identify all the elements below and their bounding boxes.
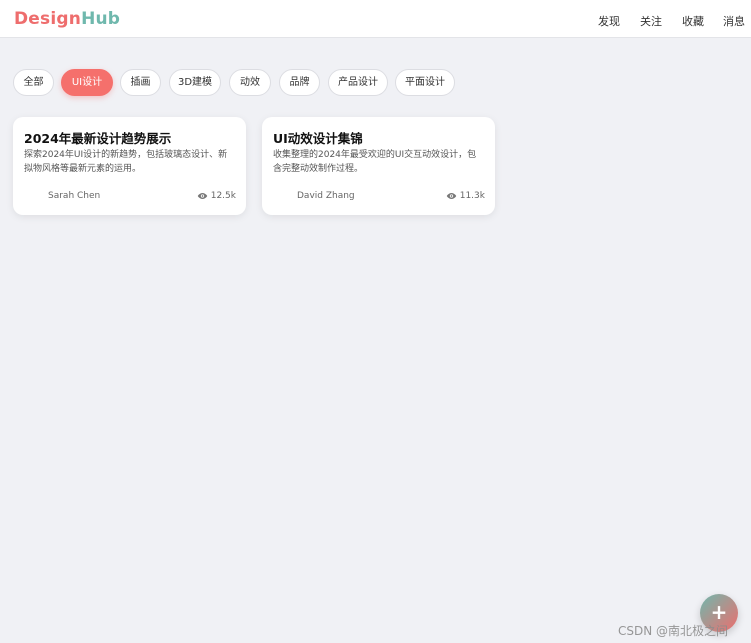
filter-chip-3d-modeling[interactable]: 3D建模 (169, 69, 221, 96)
filter-chip-motion[interactable]: 动效 (229, 69, 271, 96)
filter-chip-all[interactable]: 全部 (13, 69, 54, 96)
plus-icon: + (710, 600, 728, 624)
card-description: 探索2024年UI设计的新趋势，包括玻璃态设计、新拟物风格等最新元素的运用。 (24, 150, 228, 174)
design-card[interactable]: UI动效设计集锦 收集整理的2024年最受欢迎的UI交互动效设计，包含完整动效制… (262, 117, 495, 215)
eye-icon (197, 193, 207, 199)
card-description: 收集整理的2024年最受欢迎的UI交互动效设计，包含完整动效制作过程。 (273, 150, 477, 174)
card-view-count: 12.5k (197, 190, 236, 202)
category-filter-bar: 全部 UI设计 插画 3D建模 动效 品牌 产品设计 平面设计 (0, 69, 751, 97)
card-author-name[interactable]: David Zhang (297, 191, 355, 201)
filter-chip-brand[interactable]: 品牌 (279, 69, 320, 96)
design-card[interactable]: 2024年最新设计趋势展示 探索2024年UI设计的新趋势，包括玻璃态设计、新拟… (13, 117, 246, 215)
filter-chip-ui-design[interactable]: UI设计 (61, 69, 113, 96)
card-title: UI动效设计集锦 (273, 131, 363, 146)
main-nav: 发现 关注 收藏 消息 (0, 13, 751, 29)
eye-icon (446, 193, 456, 199)
card-views-value: 11.3k (459, 191, 485, 201)
card-title: 2024年最新设计趋势展示 (24, 131, 172, 146)
card-view-count: 11.3k (446, 190, 485, 202)
filter-chip-product-design[interactable]: 产品设计 (328, 69, 388, 96)
nav-following[interactable]: 关注 (640, 13, 662, 29)
card-author-name[interactable]: Sarah Chen (48, 191, 100, 201)
card-views-value: 12.5k (210, 191, 236, 201)
nav-favorites[interactable]: 收藏 (682, 13, 704, 29)
watermark: CSDN @南北极之间 (618, 624, 729, 638)
filter-chip-illustration[interactable]: 插画 (120, 69, 161, 96)
top-header: DesignHub 发现 关注 收藏 消息 (0, 0, 751, 38)
filter-chip-graphic-design[interactable]: 平面设计 (395, 69, 455, 96)
nav-discover[interactable]: 发现 (598, 13, 620, 29)
nav-messages[interactable]: 消息 (723, 13, 745, 29)
